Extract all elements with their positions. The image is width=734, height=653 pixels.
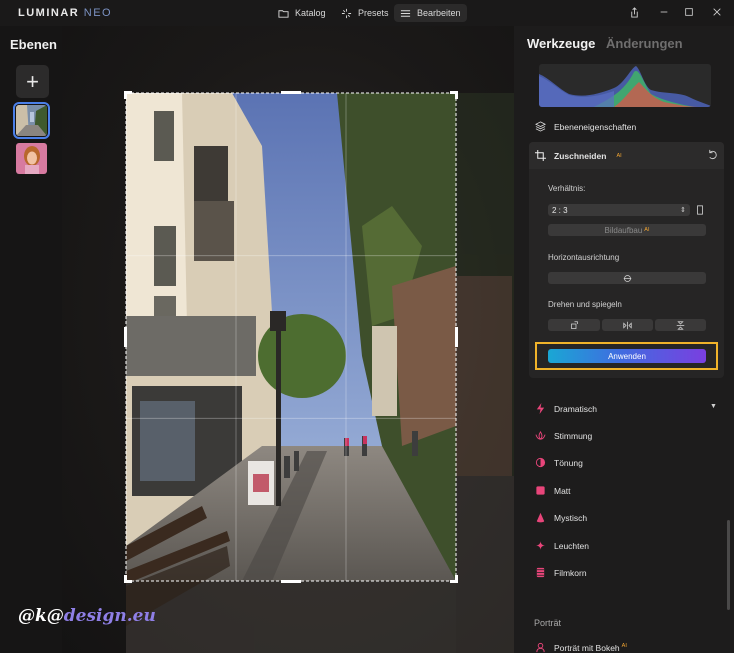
tab-bearbeiten[interactable]: Bearbeiten (394, 4, 467, 22)
watermark: @k@design.eu (18, 606, 156, 626)
orientation-icon[interactable] (694, 204, 706, 216)
reset-icon[interactable] (707, 149, 719, 161)
layers-title: Ebenen (10, 37, 57, 52)
crop-icon (535, 150, 546, 161)
flip-horizontal-button[interactable] (602, 319, 653, 331)
layer-properties-row[interactable]: Ebeneneigenschaften (535, 121, 636, 132)
horizon-label: Horizontausrichtung (548, 253, 620, 262)
histogram (539, 64, 711, 107)
film-icon (536, 567, 545, 578)
image-canvas[interactable] (62, 26, 514, 653)
tab-presets[interactable]: Presets (335, 4, 395, 22)
ratio-label: Verhältnis: (548, 184, 586, 193)
ratio-select[interactable]: 2 : 3 ⇕ (548, 204, 690, 216)
rotate-icon (570, 320, 578, 329)
layer-thumbnail-street[interactable] (13, 102, 50, 139)
close-button[interactable] (710, 5, 724, 19)
updown-icon: ⇕ (680, 207, 686, 214)
flip-horizontal-icon (623, 321, 632, 329)
crop-title-row: Zuschneiden AI (535, 150, 622, 161)
minimize-button[interactable] (657, 5, 671, 19)
apply-button[interactable]: Anwenden (548, 349, 706, 363)
tool-leuchten[interactable]: Leuchten (535, 540, 589, 551)
tool-portrait-bokeh[interactable]: Porträt mit Bokeh AI (535, 642, 627, 653)
tool-matt[interactable]: Matt (535, 485, 571, 496)
title-bar: LUMINAR NEO Katalog Presets Bearbeiten (0, 0, 734, 26)
composition-button[interactable]: Bildaufbau AI (548, 224, 706, 236)
sparkle-icon (341, 8, 352, 18)
horizon-icon (623, 274, 631, 282)
glow-icon (535, 540, 546, 551)
sliders-icon (400, 9, 411, 17)
app-logo: LUMINAR NEO (18, 7, 113, 19)
maximize-button[interactable] (682, 5, 696, 19)
toning-icon (535, 457, 546, 468)
chevron-down-icon[interactable]: ▼ (710, 403, 717, 410)
horizon-button[interactable] (548, 272, 706, 284)
layer-thumbnail-portrait[interactable] (16, 143, 47, 174)
flip-vertical-icon (676, 320, 685, 330)
share-icon[interactable] (627, 5, 641, 19)
rotate-button[interactable] (548, 319, 600, 331)
cone-icon (536, 512, 545, 523)
lotus-icon (535, 431, 546, 440)
rotate-label: Drehen und spiegeln (548, 300, 622, 309)
tab-katalog[interactable]: Katalog (272, 4, 332, 22)
plus-icon: + (26, 68, 39, 94)
portrait-section-title: Porträt (534, 618, 562, 628)
tab-aenderungen[interactable]: Änderungen (606, 36, 683, 51)
photo-preview (124, 91, 514, 653)
tool-mystisch[interactable]: Mystisch (535, 512, 587, 523)
tool-filmkorn[interactable]: Filmkorn (535, 567, 587, 578)
flip-vertical-button[interactable] (655, 319, 706, 331)
lightning-icon (536, 403, 545, 414)
layers-icon (535, 121, 546, 132)
crop-title: Zuschneiden (554, 150, 607, 161)
tab-werkzeuge[interactable]: Werkzeuge (527, 36, 595, 51)
ai-badge: AI (616, 152, 622, 159)
tool-stimmung[interactable]: Stimmung (535, 430, 592, 441)
tool-dramatisch[interactable]: Dramatisch (535, 403, 597, 414)
tool-toenung[interactable]: Tönung (535, 457, 583, 468)
tools-scrollbar[interactable] (727, 520, 730, 610)
square-icon (536, 486, 545, 495)
portrait-icon (536, 642, 545, 653)
add-layer-button[interactable]: + (16, 65, 49, 98)
folder-icon (278, 9, 289, 18)
